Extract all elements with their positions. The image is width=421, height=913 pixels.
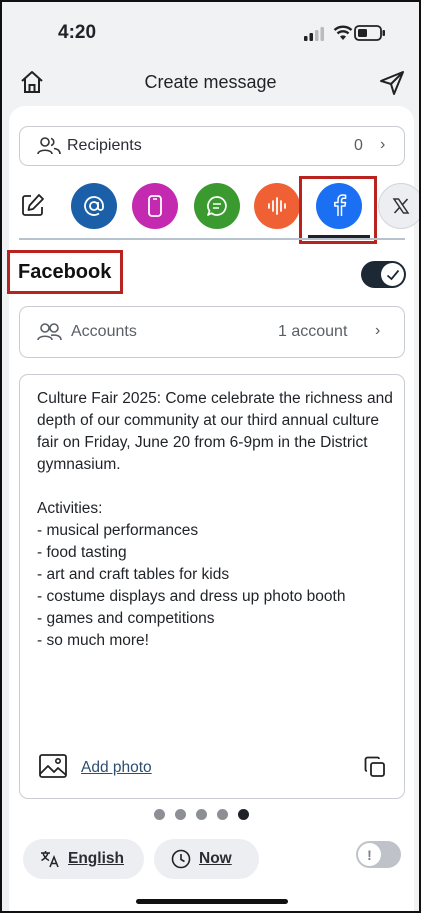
status-time: 4:20 [58,22,97,43]
language-button[interactable]: English [23,839,144,879]
chat-icon [207,196,227,216]
page-dot-active[interactable] [238,809,249,820]
clock-icon [171,849,191,869]
edit-icon[interactable] [20,192,46,218]
signal-icon [304,27,324,41]
page-dot[interactable] [154,809,165,820]
message-box[interactable]: Culture Fair 2025: Come celebrate the ri… [19,374,405,799]
message-text[interactable]: Culture Fair 2025: Come celebrate the ri… [37,388,397,652]
copy-icon[interactable] [364,756,386,778]
channel-sms-button[interactable] [194,183,240,229]
recipients-row[interactable]: Recipients 0 › [19,126,405,166]
channel-x-button[interactable] [378,183,419,229]
accounts-label: Accounts [71,323,137,340]
phone-icon [148,195,162,217]
page-dot[interactable] [196,809,207,820]
channel-divider [19,238,405,240]
schedule-label: Now [199,850,232,867]
channel-app-button[interactable] [132,183,178,229]
paper-plane-icon[interactable] [379,70,405,96]
phone-screen: 4:20 Create message Recipients 0 › Faceb… [0,0,421,913]
status-bar: 4:20 [2,2,419,60]
language-label: English [68,850,124,867]
page-dot[interactable] [175,809,186,820]
people-icon [37,323,62,341]
page-dots [154,809,249,820]
schedule-button[interactable]: Now [154,839,259,879]
at-icon [84,196,104,216]
image-icon[interactable] [39,754,67,778]
alert-toggle[interactable]: ! [356,841,401,868]
section-title: Facebook [18,261,112,283]
page-dot[interactable] [217,809,228,820]
home-indicator [136,899,288,904]
app-header: Create message [2,60,419,106]
compose-sheet: Recipients 0 › Facebook Accounts 1 accou… [7,106,419,911]
people-icon [37,137,61,155]
check-icon [386,269,399,280]
chevron-right-icon: › [375,322,381,339]
facebook-highlight-box [299,176,377,244]
recipients-label: Recipients [67,137,142,154]
accounts-value: 1 account [278,323,348,340]
channel-email-button[interactable] [71,183,117,229]
waveform-icon [268,197,286,215]
add-photo-link[interactable]: Add photo [81,759,152,777]
x-logo-icon [392,198,410,214]
facebook-enable-toggle[interactable] [361,261,406,288]
page-title: Create message [144,72,277,92]
toggle-knob [381,263,404,286]
channel-voice-button[interactable] [254,183,300,229]
translate-icon [41,851,59,868]
battery-icon [354,25,385,41]
recipients-count: 0 [354,137,363,154]
wifi-icon [333,25,353,40]
chevron-right-icon: › [380,136,386,153]
accounts-row[interactable]: Accounts 1 account › [19,306,405,358]
alert-icon: ! [358,843,381,866]
